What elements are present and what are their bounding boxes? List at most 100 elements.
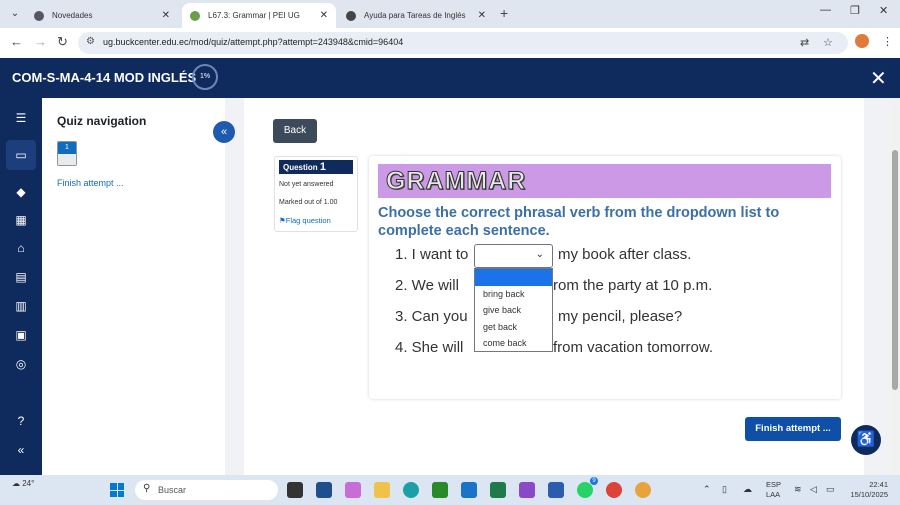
menu-icon[interactable]: ☰	[11, 108, 31, 128]
translate-icon[interactable]: ⇄	[800, 36, 809, 49]
back-button[interactable]: Back	[273, 119, 317, 143]
chevron-down-icon: ⌄	[535, 249, 544, 260]
weather-widget[interactable]: ☁ 24°	[12, 479, 34, 488]
outlook-icon[interactable]	[461, 482, 477, 498]
battery-icon[interactable]: ▭	[826, 484, 835, 495]
dropdown-option-empty[interactable]	[475, 269, 552, 286]
scrollbar-thumb[interactable]	[892, 150, 898, 390]
browser-toolbar: ← → ↻ ⚙ ug.buckcenter.edu.ec/mod/quiz/at…	[0, 28, 900, 58]
answer-dropdown-list: bring back give back get back come back	[474, 268, 553, 352]
flag-question-link[interactable]: ⚑Flag question	[279, 216, 331, 225]
task-view-icon[interactable]	[287, 482, 303, 498]
reload-icon[interactable]: ↻	[57, 34, 68, 50]
window-close-icon[interactable]: ✕	[879, 4, 888, 17]
windows-taskbar: ☁ 24° ⚲ Buscar 9 ⌃ ▯ ☁ ESP LAA ≋ ◁ ▭ 22:…	[0, 475, 900, 505]
page-scrollbar[interactable]	[890, 98, 900, 475]
copilot-icon[interactable]	[345, 482, 361, 498]
sentence-3-after: my pencil, please?	[558, 308, 683, 325]
flag-icon: ⚑	[279, 216, 286, 225]
chrome-icon[interactable]	[606, 482, 622, 498]
moodle-icon	[190, 10, 200, 21]
tab-label: Ayuda para Tareas de Inglés	[364, 11, 466, 20]
forward-arrow-icon[interactable]: →	[34, 34, 47, 49]
dropdown-option-bring-back[interactable]: bring back	[475, 286, 552, 303]
whatsapp-icon[interactable]	[577, 482, 593, 498]
globe-icon	[34, 10, 44, 21]
dropdown-option-get-back[interactable]: get back	[475, 319, 552, 336]
system-clock[interactable]: 22:41 15/10/2025	[846, 480, 888, 500]
close-icon[interactable]: ✕	[162, 10, 170, 21]
question-nav-number: 1	[58, 142, 76, 154]
clock-date: 15/10/2025	[850, 490, 888, 499]
profile-avatar[interactable]	[855, 34, 869, 48]
dropdown-option-come-back[interactable]: come back	[475, 335, 552, 352]
word-icon[interactable]	[548, 482, 564, 498]
menu-kebab-icon[interactable]: ⋮	[882, 35, 893, 48]
question-instruction: Choose the correct phrasal verb from the…	[378, 205, 780, 239]
taskbar-search[interactable]: ⚲ Buscar	[135, 480, 278, 500]
search-icon: ⚲	[143, 483, 151, 494]
answer-select-1[interactable]: ⌄	[474, 244, 553, 268]
book-icon[interactable]: ▤	[11, 267, 31, 287]
badge-icon[interactable]: ◎	[11, 354, 31, 374]
collapse-rail-icon[interactable]: «	[11, 440, 31, 460]
close-icon[interactable]: ✕	[478, 10, 486, 21]
dashboard-icon[interactable]: ▦	[11, 210, 31, 230]
language-indicator[interactable]: ESP LAA	[766, 480, 781, 500]
file-explorer-icon[interactable]	[374, 482, 390, 498]
wifi-icon[interactable]: ≋	[794, 484, 802, 495]
question-nav-status	[58, 154, 76, 165]
tab-label: Novedades	[52, 11, 93, 20]
sentence-1-before: 1. I want to	[395, 246, 469, 263]
back-arrow-icon[interactable]: ←	[10, 34, 23, 49]
url-text[interactable]: ug.buckcenter.edu.ec/mod/quiz/attempt.ph…	[103, 37, 403, 47]
tray-chevron-icon[interactable]: ⌃	[703, 484, 711, 495]
collapse-drawer-button[interactable]: «	[213, 121, 235, 143]
volume-icon[interactable]: ◁	[810, 484, 817, 495]
tab-search-icon[interactable]: ⌄	[6, 5, 24, 23]
sentence-4-before: 4. She will	[395, 339, 464, 356]
home-icon[interactable]: ⌂	[11, 238, 31, 258]
start-button-icon[interactable]	[110, 483, 124, 497]
question-marks: Marked out of 1.00	[279, 199, 338, 206]
excel-icon[interactable]	[490, 482, 506, 498]
tab-grammar[interactable]: L67.3: Grammar | PEI UG ✕	[182, 3, 336, 28]
tab-ayuda[interactable]: Ayuda para Tareas de Inglés ✕	[338, 3, 494, 28]
question-number: 1	[319, 161, 327, 173]
dropdown-option-give-back[interactable]: give back	[475, 302, 552, 319]
site-info-icon[interactable]: ⚙	[86, 36, 95, 47]
finish-attempt-button[interactable]: Finish attempt ...	[745, 417, 841, 441]
close-course-icon[interactable]: ✕	[870, 66, 887, 91]
finish-attempt-link[interactable]: Finish attempt ...	[57, 178, 124, 188]
clock-time: 22:41	[869, 480, 888, 489]
language-code: ESP	[766, 480, 782, 489]
minimize-icon[interactable]: —	[820, 4, 831, 16]
sentence-4-after: from vacation tomorrow.	[553, 339, 714, 356]
edge-icon[interactable]	[403, 482, 419, 498]
cloud-icon[interactable]: ☁	[743, 484, 752, 495]
tab-label: L67.3: Grammar | PEI UG	[208, 11, 300, 20]
address-bar[interactable]: ⚙ ug.buckcenter.edu.ec/mod/quiz/attempt.…	[78, 32, 848, 54]
close-icon[interactable]: ✕	[320, 10, 328, 21]
graduation-cap-icon[interactable]: ◆	[11, 182, 31, 202]
chrome-profile-icon[interactable]	[635, 482, 651, 498]
progress-indicator: 1%	[192, 64, 218, 90]
help-icon[interactable]: ?	[11, 411, 31, 431]
sentence-1-after: my book after class.	[558, 246, 692, 263]
bookmark-star-icon[interactable]: ☆	[823, 36, 833, 49]
course-index-icon[interactable]: ▭	[6, 140, 36, 170]
accessibility-icon[interactable]: ♿	[851, 425, 881, 455]
grades-icon[interactable]: ▥	[11, 296, 31, 316]
question-number-header: Question 1	[279, 160, 353, 174]
store-icon[interactable]	[316, 482, 332, 498]
battery-saver-icon[interactable]: ▯	[722, 484, 727, 495]
tab-novedades[interactable]: Novedades ✕	[26, 3, 178, 28]
restore-icon[interactable]: ❐	[850, 4, 860, 17]
onenote-icon[interactable]	[519, 482, 535, 498]
calendar-icon[interactable]: ▣	[11, 325, 31, 345]
game-app-icon[interactable]	[432, 482, 448, 498]
question-nav-button[interactable]: 1	[57, 141, 77, 166]
brainly-icon	[346, 10, 356, 21]
flag-question-label: Flag question	[285, 216, 331, 225]
new-tab-button[interactable]: +	[500, 5, 508, 21]
